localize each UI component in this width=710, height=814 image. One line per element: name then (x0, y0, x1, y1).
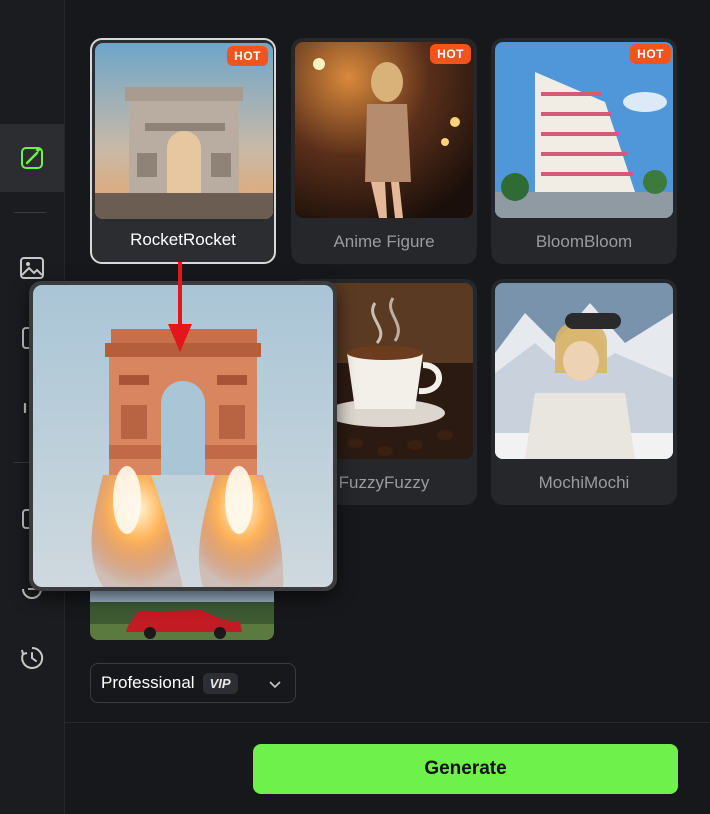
style-thumbnail (90, 590, 274, 640)
magic-wand-icon (21, 147, 43, 169)
style-card-label: BloomBloom (535, 232, 633, 251)
style-thumbnail (295, 42, 473, 218)
hot-badge: HOT (630, 44, 671, 64)
sidebar-item-ai-effects[interactable] (0, 124, 64, 192)
style-card-bloombloom[interactable]: HOT BloomBloom (491, 38, 677, 264)
style-card-mochimochi[interactable]: MochiMochi (491, 279, 677, 505)
quality-label: Professional (101, 673, 195, 692)
pointer-arrow-icon (168, 262, 192, 352)
style-thumbnail (95, 43, 273, 219)
quality-dropdown[interactable]: Professional VIP (90, 663, 296, 703)
hot-badge: HOT (430, 44, 471, 64)
image-icon (20, 257, 44, 279)
footer-divider (65, 722, 710, 723)
style-card-label: MochiMochi (538, 473, 630, 492)
sidebar-item-history[interactable] (0, 624, 64, 692)
hot-badge: HOT (227, 46, 268, 66)
style-card-label: RocketRocket (130, 230, 236, 249)
style-card-anime-figure[interactable]: HOT Anime Figure (291, 38, 477, 264)
sidebar-divider (14, 212, 46, 213)
vip-badge: VIP (202, 672, 238, 694)
style-thumbnail (495, 42, 673, 218)
style-card-partial[interactable] (90, 590, 274, 640)
style-thumbnail (495, 283, 673, 459)
generate-button[interactable]: Generate (253, 744, 678, 794)
history-icon (21, 646, 44, 669)
chevron-down-icon (269, 681, 281, 689)
style-card-label: Anime Figure (333, 232, 435, 251)
style-card-rocketrocket[interactable]: HOT RocketRocket (90, 38, 276, 264)
